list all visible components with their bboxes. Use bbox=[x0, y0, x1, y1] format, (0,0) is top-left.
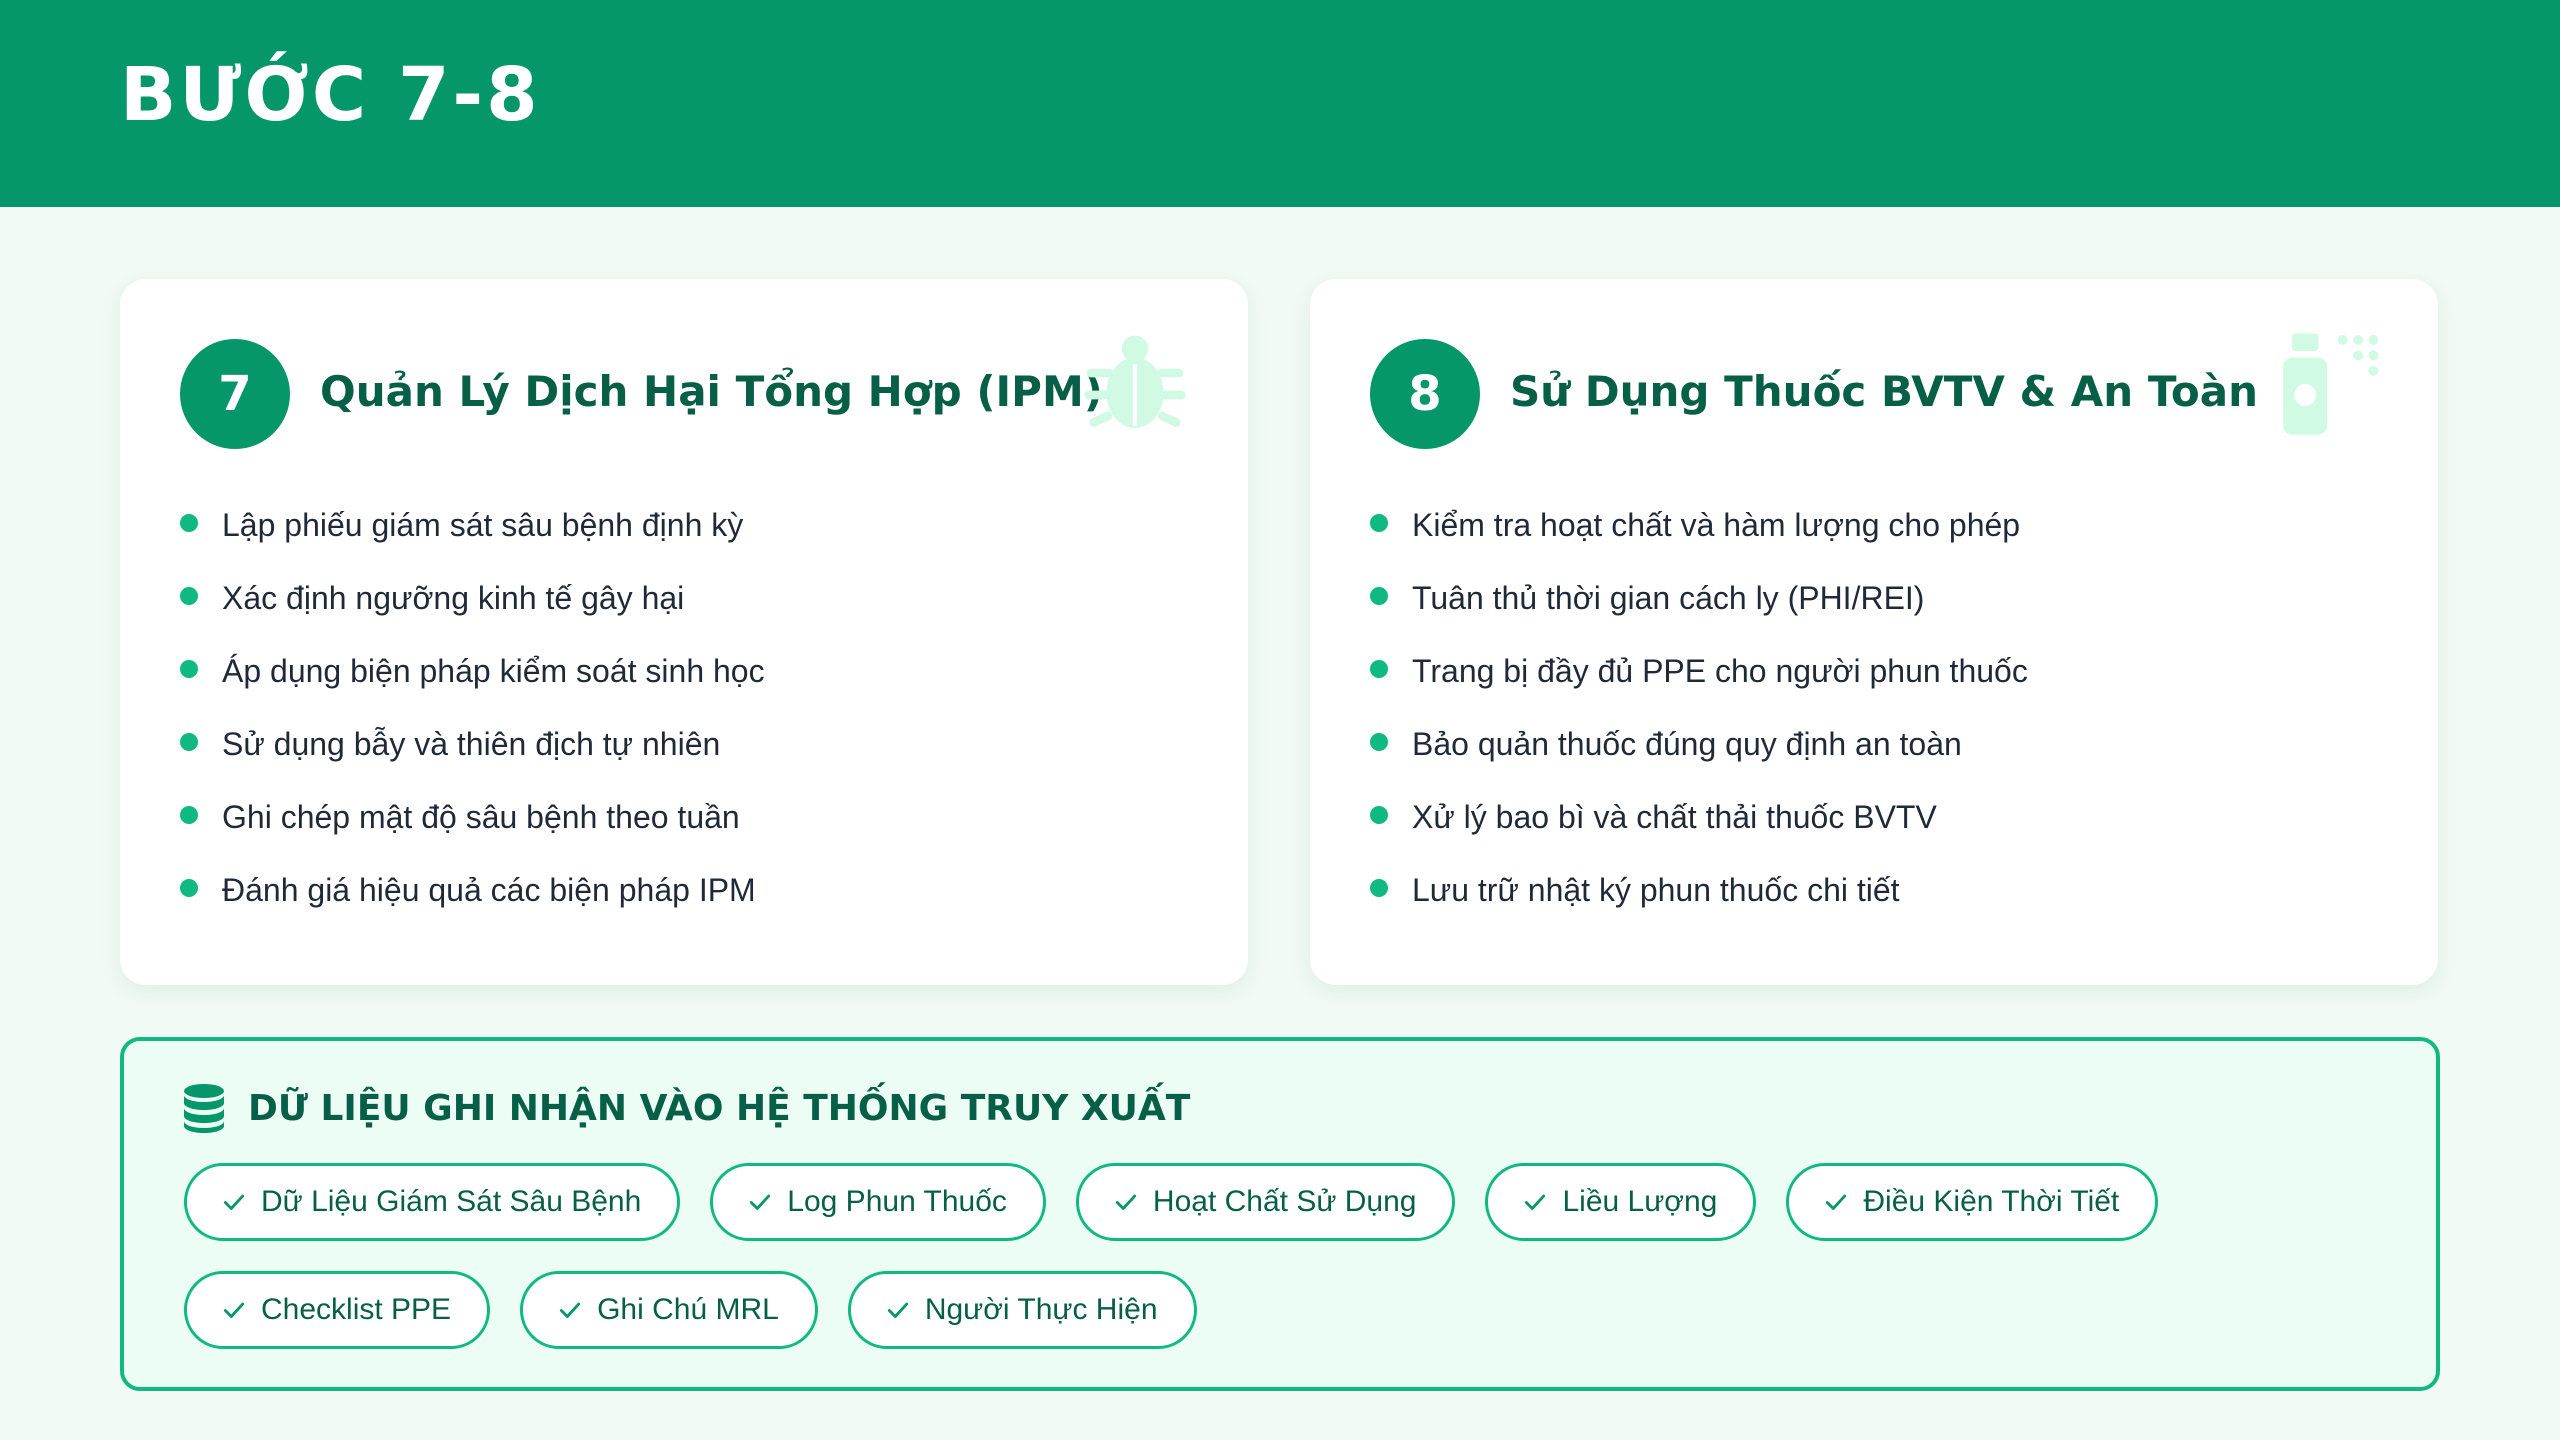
list-item-text: Áp dụng biện pháp kiểm soát sinh học bbox=[222, 653, 765, 689]
data-tag[interactable]: Dữ Liệu Giám Sát Sâu Bệnh bbox=[184, 1163, 681, 1241]
list-item-text: Xác định ngưỡng kinh tế gây hại bbox=[222, 580, 685, 616]
data-tag[interactable]: Checklist PPE bbox=[184, 1271, 491, 1349]
check-icon bbox=[750, 1194, 771, 1210]
list-item: Áp dụng biện pháp kiểm soát sinh học bbox=[180, 635, 765, 708]
check-icon bbox=[223, 1194, 245, 1210]
traceability-data-panel: DỮ LIỆU GHI NHẬN VÀO HỆ THỐNG TRUY XUẤT … bbox=[120, 1037, 2440, 1391]
bullet-dot bbox=[1370, 732, 1388, 751]
step-number-badge: 8 bbox=[1370, 339, 1480, 449]
data-tag[interactable]: Ghi Chú MRL bbox=[520, 1271, 818, 1349]
data-tag-label: Checklist PPE bbox=[261, 1293, 452, 1326]
check-icon bbox=[1115, 1194, 1136, 1210]
data-tag-label: Người Thực Hiện bbox=[924, 1293, 1158, 1326]
step-card-8: 8 Sử Dụng Thuốc BVTV & An Toàn Kiểm tra … bbox=[1310, 279, 2438, 985]
step-title: Quản Lý Dịch Hại Tổng Hợp (IPM) bbox=[320, 367, 1103, 416]
list-item-text: Lập phiếu giám sát sâu bệnh định kỳ bbox=[222, 507, 744, 543]
check-icon bbox=[223, 1302, 245, 1318]
data-tag[interactable]: Điều Kiện Thời Tiết bbox=[1786, 1163, 2159, 1241]
bullet-dot bbox=[1370, 659, 1388, 678]
data-tag-label: Liều Lượng bbox=[1562, 1185, 1718, 1218]
data-tag[interactable]: Người Thực Hiện bbox=[847, 1271, 1197, 1349]
bullet-dot bbox=[1370, 805, 1388, 824]
bullet-dot bbox=[180, 513, 198, 532]
list-item-text: Đánh giá hiệu quả các biện pháp IPM bbox=[222, 872, 756, 908]
list-item-text: Sử dụng bẫy và thiên địch tự nhiên bbox=[222, 726, 721, 762]
database-icon bbox=[184, 1084, 224, 1133]
data-tag[interactable]: Liều Lượng bbox=[1485, 1163, 1757, 1241]
bullet-dot bbox=[180, 659, 198, 678]
data-tag-label: Log Phun Thuốc bbox=[787, 1185, 1007, 1218]
list-item: Kiểm tra hoạt chất và hàm lượng cho phép bbox=[1370, 489, 2028, 562]
list-item-text: Kiểm tra hoạt chất và hàm lượng cho phép bbox=[1412, 507, 2021, 543]
check-icon bbox=[887, 1302, 908, 1318]
list-item-text: Xử lý bao bì và chất thải thuốc BVTV bbox=[1412, 799, 1937, 835]
data-tag-label: Hoạt Chất Sử Dụng bbox=[1152, 1185, 1417, 1218]
bullet-dot bbox=[180, 878, 198, 897]
data-tag-label: Ghi Chú MRL bbox=[597, 1293, 779, 1326]
list-item-text: Trang bị đầy đủ PPE cho người phun thuốc bbox=[1412, 653, 2028, 689]
bullet-dot bbox=[1370, 513, 1388, 532]
list-item: Đánh giá hiệu quả các biện pháp IPM bbox=[180, 854, 765, 927]
panel-title: DỮ LIỆU GHI NHẬN VÀO HỆ THỐNG TRUY XUẤT bbox=[248, 1087, 1191, 1129]
bullet-dot bbox=[180, 732, 198, 751]
step-card-7: 7 Quản Lý Dịch Hại Tổng Hợp (IPM) Lập ph… bbox=[120, 279, 1248, 985]
bug-icon bbox=[1084, 335, 1186, 428]
list-item-text: Tuân thủ thời gian cách ly (PHI/REI) bbox=[1412, 580, 1925, 616]
data-tag-label: Điều Kiện Thời Tiết bbox=[1863, 1185, 2120, 1218]
list-item-text: Bảo quản thuốc đúng quy định an toàn bbox=[1412, 726, 1962, 762]
spray-can-icon bbox=[2283, 333, 2379, 435]
data-tag[interactable]: Hoạt Chất Sử Dụng bbox=[1075, 1163, 1456, 1241]
list-item-text: Lưu trữ nhật ký phun thuốc chi tiết bbox=[1412, 872, 1900, 908]
list-item: Xử lý bao bì và chất thải thuốc BVTV bbox=[1370, 781, 2028, 854]
data-tag-list: Dữ Liệu Giám Sát Sâu Bệnh Log Phun Thuốc… bbox=[184, 1163, 2384, 1349]
list-item: Trang bị đầy đủ PPE cho người phun thuốc bbox=[1370, 635, 2028, 708]
check-icon bbox=[560, 1302, 581, 1318]
list-item: Sử dụng bẫy và thiên địch tự nhiên bbox=[180, 708, 765, 781]
bullet-dot bbox=[1370, 586, 1388, 605]
page-title: BƯỚC 7-8 bbox=[120, 52, 541, 138]
check-icon bbox=[1525, 1194, 1546, 1210]
data-tag-label: Dữ Liệu Giám Sát Sâu Bệnh bbox=[261, 1185, 642, 1218]
step-checklist: Lập phiếu giám sát sâu bệnh định kỳ Xác … bbox=[180, 489, 765, 927]
list-item: Lưu trữ nhật ký phun thuốc chi tiết bbox=[1370, 854, 2028, 927]
bullet-dot bbox=[180, 586, 198, 605]
list-item: Tuân thủ thời gian cách ly (PHI/REI) bbox=[1370, 562, 2028, 635]
list-item: Ghi chép mật độ sâu bệnh theo tuần bbox=[180, 781, 765, 854]
list-item: Lập phiếu giám sát sâu bệnh định kỳ bbox=[180, 489, 765, 562]
step-title: Sử Dụng Thuốc BVTV & An Toàn bbox=[1510, 367, 2258, 416]
data-tag[interactable]: Log Phun Thuốc bbox=[710, 1163, 1046, 1241]
page-header: BƯỚC 7-8 bbox=[0, 0, 2560, 207]
list-item: Xác định ngưỡng kinh tế gây hại bbox=[180, 562, 765, 635]
bullet-dot bbox=[180, 805, 198, 824]
check-icon bbox=[1826, 1194, 1847, 1210]
step-number-badge: 7 bbox=[180, 339, 290, 449]
list-item-text: Ghi chép mật độ sâu bệnh theo tuần bbox=[222, 799, 740, 835]
panel-header: DỮ LIỆU GHI NHẬN VÀO HỆ THỐNG TRUY XUẤT bbox=[182, 1083, 1190, 1133]
step-checklist: Kiểm tra hoạt chất và hàm lượng cho phép… bbox=[1370, 489, 2028, 927]
bullet-dot bbox=[1370, 878, 1388, 897]
list-item: Bảo quản thuốc đúng quy định an toàn bbox=[1370, 708, 2028, 781]
